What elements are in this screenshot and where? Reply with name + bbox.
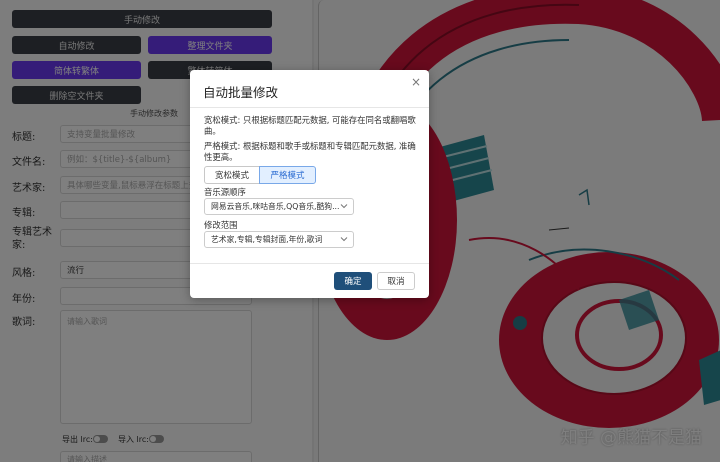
footer-divider <box>190 263 429 264</box>
music-source-select[interactable]: 网易云音乐,咪咕音乐,QQ音乐,酷狗... <box>204 198 354 215</box>
strict-mode-description: 严格模式: 根据标题和歌手或标题和专辑匹配元数据, 准确性更高。 <box>204 141 416 162</box>
confirm-button[interactable]: 确定 <box>334 272 372 290</box>
loose-mode-description: 宽松模式: 只根据标题匹配元数据, 可能存在同名或翻唱歌曲。 <box>204 115 416 136</box>
strict-mode-button[interactable]: 严格模式 <box>259 166 316 184</box>
music-source-value: 网易云音乐,咪咕音乐,QQ音乐,酷狗... <box>211 202 340 211</box>
auto-batch-edit-dialog: 自动批量修改 × 宽松模式: 只根据标题匹配元数据, 可能存在同名或翻唱歌曲。 … <box>190 70 429 298</box>
chevron-down-icon <box>340 237 348 242</box>
dialog-title: 自动批量修改 <box>203 85 279 100</box>
cancel-button[interactable]: 取消 <box>377 272 415 290</box>
loose-mode-button[interactable]: 宽松模式 <box>204 166 260 184</box>
close-icon[interactable]: × <box>411 75 421 89</box>
chevron-down-icon <box>340 204 348 209</box>
scope-label: 修改范围 <box>204 220 238 230</box>
scope-select[interactable]: 艺术家,专辑,专辑封面,年份,歌词 <box>204 231 354 248</box>
music-source-label: 音乐源顺序 <box>204 187 246 197</box>
scope-value: 艺术家,专辑,专辑封面,年份,歌词 <box>211 235 323 244</box>
header-divider <box>190 107 429 108</box>
